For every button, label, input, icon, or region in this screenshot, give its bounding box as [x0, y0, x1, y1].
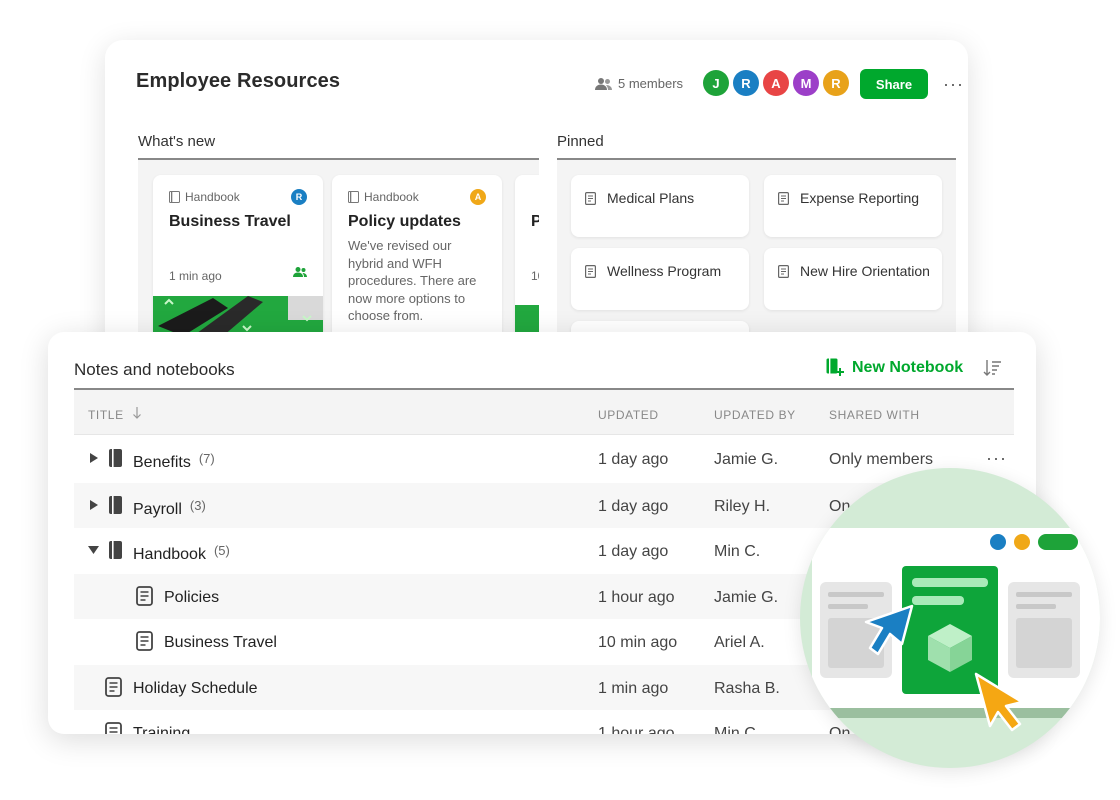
- row-updated: 1 min ago: [598, 680, 669, 697]
- row-updated: 1 hour ago: [598, 589, 675, 606]
- note-icon: [585, 265, 596, 278]
- row-updated-by: Min C.: [714, 725, 761, 734]
- row-updated: 1 day ago: [598, 543, 669, 560]
- row-title: Training: [133, 725, 191, 734]
- row-title: Business Travel: [164, 634, 277, 651]
- collapse-caret-icon[interactable]: [88, 546, 99, 554]
- pinned-note[interactable]: New Hire Orientation: [764, 248, 942, 310]
- note-time: 1 min ago: [169, 269, 222, 283]
- notebook-icon: [109, 496, 122, 514]
- whats-new-heading: What's new: [138, 133, 539, 160]
- members-count: 5 members: [618, 76, 684, 91]
- column-shared-with[interactable]: SHARED WITH: [829, 408, 920, 422]
- notebook-icon: [169, 191, 180, 203]
- note-icon: [585, 192, 596, 205]
- note-title: Business Travel: [169, 213, 291, 230]
- expand-caret-icon[interactable]: [90, 500, 98, 510]
- note-count: (3): [189, 498, 206, 513]
- members-icon: [595, 77, 612, 90]
- notebook-icon: [348, 191, 359, 203]
- row-updated: 1 hour ago: [598, 725, 675, 734]
- pinned-note[interactable]: Wellness Program: [571, 248, 749, 310]
- row-title: Handbook (5): [133, 543, 230, 563]
- note-count: (7): [198, 451, 215, 466]
- row-updated-by: Jamie G.: [714, 451, 779, 468]
- table-header: TITLE UPDATED UPDATED BY SHARED WITH: [74, 390, 1014, 435]
- row-more-options-icon[interactable]: ···: [986, 448, 1007, 469]
- row-updated: 1 day ago: [598, 498, 669, 515]
- row-title: Policies: [164, 589, 220, 606]
- member-avatars: J R A M R: [703, 70, 849, 96]
- expand-caret-icon[interactable]: [90, 453, 98, 463]
- note-icon: [778, 265, 789, 278]
- column-updated[interactable]: UPDATED: [598, 408, 659, 422]
- pinned-note[interactable]: Expense Reporting: [764, 175, 942, 237]
- new-notebook-icon: [826, 358, 844, 376]
- column-title[interactable]: TITLE: [88, 408, 124, 422]
- column-updated-by[interactable]: UPDATED BY: [714, 408, 796, 422]
- collaboration-illustration: [800, 468, 1100, 768]
- panel-title: Notes and notebooks: [74, 360, 235, 379]
- new-notebook-button[interactable]: New Notebook: [826, 358, 963, 377]
- avatar[interactable]: M: [793, 70, 819, 96]
- note-icon: [136, 631, 153, 651]
- share-button[interactable]: Share: [860, 69, 928, 99]
- note-icon: [105, 722, 122, 734]
- note-icon: [136, 586, 153, 606]
- note-time: 10: [531, 269, 539, 283]
- author-badge: R: [291, 189, 307, 205]
- note-thumbnail: [153, 296, 323, 336]
- pinned-heading: Pinned: [557, 133, 956, 160]
- row-title: Benefits (7): [133, 451, 215, 471]
- row-title: Payroll (3): [133, 498, 206, 518]
- row-updated-by: Riley H.: [714, 498, 771, 515]
- note-preview: We've revised our hybrid and WFH procedu…: [348, 238, 477, 323]
- notebook-icon: [109, 449, 122, 467]
- avatar[interactable]: R: [733, 70, 759, 96]
- sort-arrow-down-icon[interactable]: [132, 406, 142, 419]
- row-updated-by: Ariel A.: [714, 634, 765, 651]
- notebook-label: Handbook: [169, 190, 240, 204]
- avatar[interactable]: J: [703, 70, 729, 96]
- note-icon: [778, 192, 789, 205]
- pinned-note[interactable]: Medical Plans: [571, 175, 749, 237]
- employee-resources-space: Employee Resources 5 members J R A M R S…: [105, 40, 968, 370]
- author-badge: A: [470, 189, 486, 205]
- row-updated: 10 min ago: [598, 634, 678, 651]
- more-options-icon[interactable]: ···: [943, 74, 964, 95]
- row-title: Holiday Schedule: [133, 680, 258, 697]
- row-shared-with: Only members: [829, 451, 934, 468]
- row-updated-by: Min C.: [714, 543, 761, 560]
- row-updated-by: Rasha B.: [714, 680, 780, 697]
- sort-icon[interactable]: [982, 358, 1002, 378]
- avatar[interactable]: A: [763, 70, 789, 96]
- avatar[interactable]: R: [823, 70, 849, 96]
- note-count: (5): [213, 543, 230, 558]
- note-title: Policy updates: [348, 213, 461, 230]
- members-indicator[interactable]: 5 members: [595, 76, 683, 91]
- shared-icon: [293, 267, 307, 277]
- notebook-label: Handbook: [348, 190, 419, 204]
- notebook-icon: [109, 541, 122, 559]
- illustration-graphic: [812, 528, 1100, 732]
- note-icon: [105, 677, 122, 697]
- space-title: Employee Resources: [136, 70, 341, 92]
- note-title: P: [531, 213, 539, 230]
- row-updated-by: Jamie G.: [714, 589, 779, 606]
- row-updated: 1 day ago: [598, 451, 669, 468]
